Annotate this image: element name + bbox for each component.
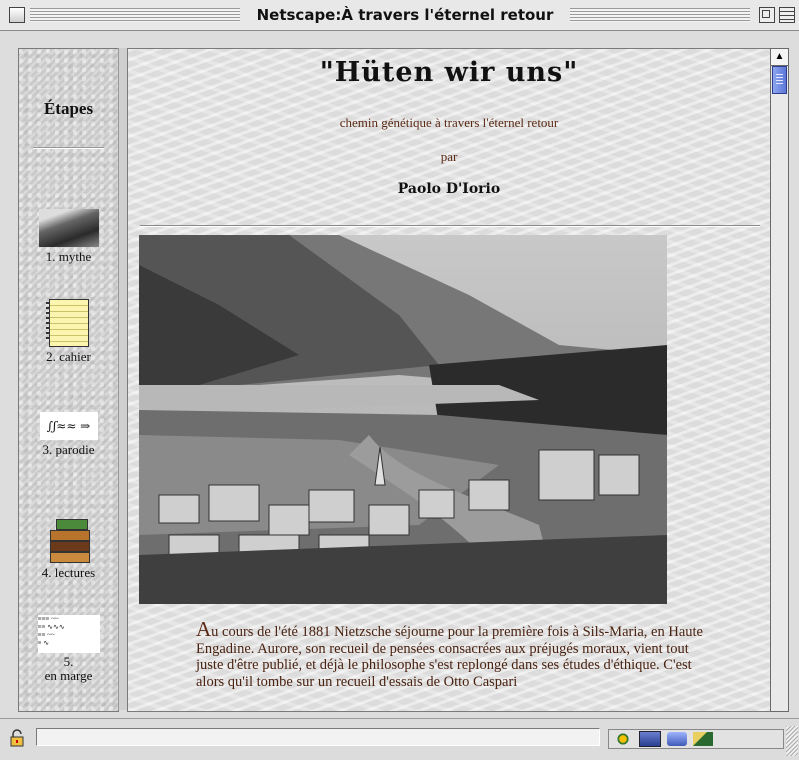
byline-par: par [440, 149, 458, 164]
content-frame: "Hüten wir uns" chemin génétique à trave… [127, 48, 771, 712]
horizontal-rule [140, 225, 760, 227]
sidebar-item-en-marge[interactable]: ≡≡≡ ~~ ≡≡ ∿∿∿ ≡≡ ~~ ≡ ∿ 5. en marge [19, 615, 118, 683]
books-stack-icon[interactable] [46, 517, 92, 563]
resize-grip[interactable] [786, 726, 798, 756]
sidebar-item-parodie[interactable]: ∫ʃ≈≈ ⇒ 3. parodie [19, 412, 118, 458]
sidebar-item-number[interactable]: 5. [19, 655, 118, 669]
scroll-up-arrow-icon[interactable]: ▲ [771, 49, 788, 66]
sidebar-item-label[interactable]: 4. lectures [42, 565, 95, 580]
vertical-scrollbar[interactable]: ▲ [770, 48, 789, 712]
sidebar-item-label[interactable]: 3. parodie [43, 442, 95, 457]
title-bar[interactable]: Netscape:À travers l'éternel retour [0, 0, 799, 31]
sidebar-item-label[interactable]: en marge [19, 669, 118, 683]
close-box-button[interactable] [9, 7, 25, 23]
inbox-icon[interactable] [639, 731, 661, 747]
sidebar-item-label[interactable]: 1. mythe [46, 249, 92, 264]
sidebar-heading: Étapes [43, 99, 94, 118]
navigator-icon[interactable] [613, 732, 633, 746]
collapse-box-button[interactable] [779, 7, 795, 23]
status-bar [0, 718, 799, 760]
sils-maria-photo [139, 235, 667, 604]
scroll-thumb[interactable] [772, 66, 787, 94]
manuscript-icon[interactable]: ∫ʃ≈≈ ⇒ [39, 412, 98, 440]
intro-paragraph: Au cours de l'été 1881 Nietzsche séjourn… [196, 619, 716, 690]
sidebar-item-lectures[interactable]: 4. lectures [19, 517, 118, 581]
drop-cap: A [196, 617, 212, 641]
security-lock-icon[interactable] [8, 729, 26, 747]
status-message-field [36, 728, 600, 746]
component-bar [608, 729, 784, 749]
notebook-icon[interactable] [45, 299, 89, 347]
page-title: "Hüten wir uns" [319, 57, 579, 88]
sidebar-item-mythe[interactable]: 1. mythe [19, 209, 118, 265]
discussion-icon[interactable] [667, 732, 687, 746]
zoom-box-button[interactable] [759, 7, 775, 23]
sidebar-item-cahier[interactable]: 2. cahier [19, 299, 118, 365]
sidebar-item-label[interactable]: 2. cahier [46, 349, 91, 364]
margin-notes-icon[interactable]: ≡≡≡ ~~ ≡≡ ∿∿∿ ≡≡ ~~ ≡ ∿ [37, 615, 100, 653]
intro-paragraph-text: u cours de l'été 1881 Nietzsche séjourne… [196, 624, 703, 690]
sidebar-divider [33, 147, 104, 149]
navigation-frame: Étapes 1. mythe 2. cahier ∫ʃ≈≈ ⇒ 3. paro… [18, 48, 119, 712]
window-title: Netscape:À travers l'éternel retour [240, 5, 570, 25]
composer-icon[interactable] [693, 732, 713, 746]
author-name: Paolo D'Iorio [397, 181, 501, 197]
browser-window: Netscape:À travers l'éternel retour Étap… [0, 0, 799, 760]
page-subtitle: chemin génétique à travers l'éternel ret… [339, 115, 559, 130]
mountain-photo-icon[interactable] [38, 209, 99, 247]
